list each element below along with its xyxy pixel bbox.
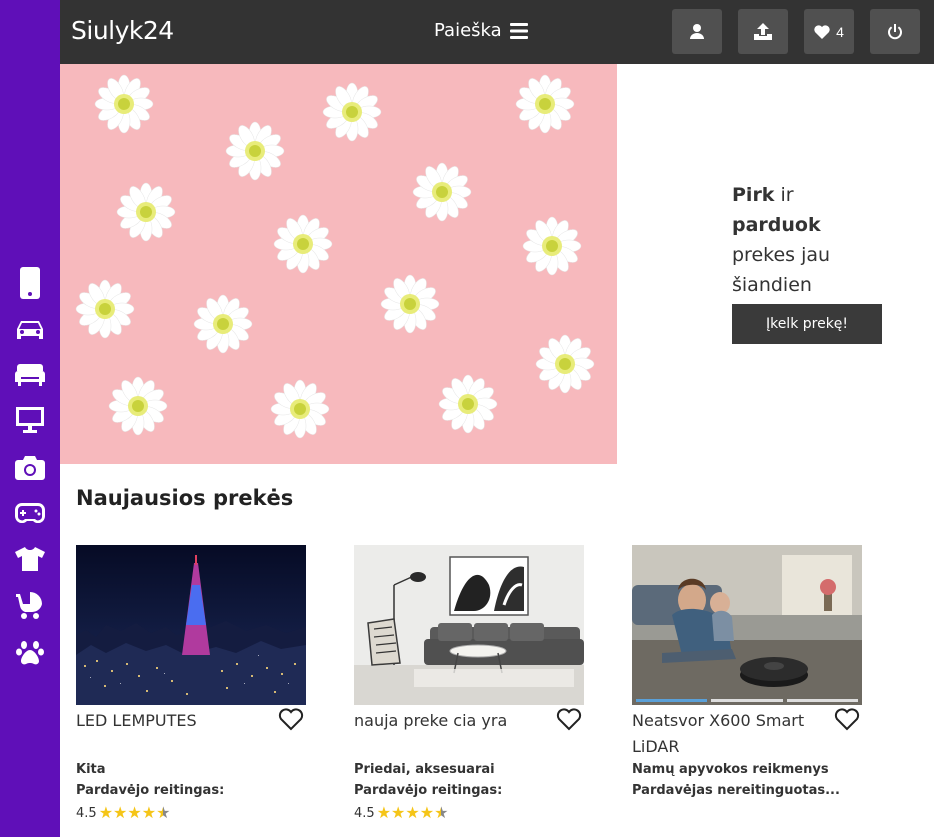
user-icon	[690, 24, 704, 39]
image-carousel-indicator[interactable]	[636, 699, 858, 702]
category-cars[interactable]	[12, 312, 48, 348]
hero-image	[60, 64, 617, 464]
camera-icon	[15, 456, 45, 480]
star-icon: ★	[419, 803, 435, 822]
star-icon: ★	[113, 803, 128, 822]
phone-icon	[20, 267, 40, 299]
rating-stars: ★ ★ ★ ★ ★	[99, 805, 171, 821]
favorites-count: 4	[836, 23, 844, 40]
category-games[interactable]	[12, 495, 48, 531]
monitor-icon	[16, 407, 44, 433]
tagline-bold-2: parduok	[732, 214, 821, 236]
category-clothing[interactable]	[12, 541, 48, 577]
add-to-favorites-button[interactable]	[556, 708, 582, 736]
stroller-icon	[16, 592, 42, 619]
category-sidebar	[0, 0, 60, 837]
add-to-favorites-button[interactable]	[834, 708, 860, 736]
search-label: Paieška	[434, 20, 502, 41]
upload-item-button[interactable]: Įkelk prekę!	[732, 304, 882, 344]
tagline-text-3: prekes jau	[732, 244, 831, 266]
product-title[interactable]: nauja preke cia yra	[354, 708, 544, 734]
category-pets[interactable]	[12, 634, 48, 670]
tagline-bold-1: Pirk	[732, 184, 775, 206]
hero-tagline: Pirk ir parduok prekes jau šiandien	[732, 180, 892, 300]
seller-rating-label: Pardavėjo reitingas:	[76, 783, 225, 798]
top-navbar: Siulyk24 Paieška 4	[60, 0, 934, 64]
sofa-icon	[15, 364, 45, 386]
half-star-icon: ★	[434, 803, 449, 822]
tshirt-icon	[15, 547, 45, 571]
category-photo[interactable]	[12, 450, 48, 486]
product-card: nauja preke cia yra Priedai, aksesuarai …	[354, 545, 584, 821]
star-icon: ★	[141, 803, 157, 822]
product-meta: Priedai, aksesuarai Pardavėjo reitingas:	[354, 759, 502, 801]
product-category: Priedai, aksesuarai	[354, 762, 495, 777]
upload-button[interactable]	[738, 9, 788, 54]
product-image[interactable]	[632, 545, 862, 705]
product-meta: Namų apyvokos reikmenys Pardavėjas nerei…	[632, 759, 840, 801]
star-icon: ★	[98, 803, 114, 822]
upload-icon	[754, 23, 772, 40]
heart-outline-icon	[278, 708, 304, 731]
half-star-icon: ★	[156, 803, 171, 822]
logout-button[interactable]	[870, 9, 920, 54]
add-to-favorites-button[interactable]	[278, 708, 304, 736]
product-image[interactable]	[76, 545, 306, 705]
product-image[interactable]	[354, 545, 584, 705]
rating-stars: ★ ★ ★ ★ ★	[377, 805, 449, 821]
living-room-image	[354, 545, 584, 705]
star-icon: ★	[405, 803, 420, 822]
product-card: Neatsvor X600 Smart LiDAR Namų apyvokos …	[632, 545, 862, 798]
car-icon	[17, 321, 43, 339]
seller-rating: 4.5 ★ ★ ★ ★ ★	[76, 805, 170, 821]
heart-outline-icon	[556, 708, 582, 731]
gamepad-icon	[15, 503, 45, 523]
seller-rating: 4.5 ★ ★ ★ ★ ★	[354, 805, 448, 821]
seller-rating-label: Pardavėjas nereitinguotas...	[632, 783, 840, 798]
product-meta: Kita Pardavėjo reitingas:	[76, 759, 224, 801]
robot-vacuum-image	[632, 545, 862, 705]
star-icon: ★	[391, 803, 406, 822]
hero-flowers	[75, 74, 595, 439]
product-category: Kita	[76, 762, 106, 777]
city-night-image	[76, 545, 306, 705]
section-title: Naujausios prekės	[76, 486, 294, 510]
paw-icon	[16, 641, 44, 665]
category-kids[interactable]	[12, 588, 48, 624]
rating-value: 4.5	[76, 805, 97, 821]
hamburger-icon	[509, 22, 528, 39]
product-title[interactable]: Neatsvor X600 Smart LiDAR	[632, 708, 822, 760]
category-electronics[interactable]	[12, 402, 48, 438]
star-icon: ★	[376, 803, 392, 822]
tagline-text-4: šiandien	[732, 274, 812, 296]
heart-icon	[814, 24, 830, 39]
rating-value: 4.5	[354, 805, 375, 821]
product-category: Namų apyvokos reikmenys	[632, 762, 829, 777]
power-icon	[888, 23, 902, 39]
tagline-text-1: ir	[780, 184, 794, 206]
brand-logo[interactable]: Siulyk24	[71, 16, 174, 45]
category-phones[interactable]	[12, 265, 48, 301]
favorites-button[interactable]: 4	[804, 9, 854, 54]
star-icon: ★	[127, 803, 142, 822]
heart-outline-icon	[834, 708, 860, 731]
seller-rating-label: Pardavėjo reitingas:	[354, 783, 503, 798]
profile-button[interactable]	[672, 9, 722, 54]
product-card: LED LEMPUTES Kita Pardavėjo reitingas: 4…	[76, 545, 306, 821]
search-toggle[interactable]: Paieška	[434, 20, 528, 41]
product-title[interactable]: LED LEMPUTES	[76, 708, 266, 734]
category-furniture[interactable]	[12, 357, 48, 393]
